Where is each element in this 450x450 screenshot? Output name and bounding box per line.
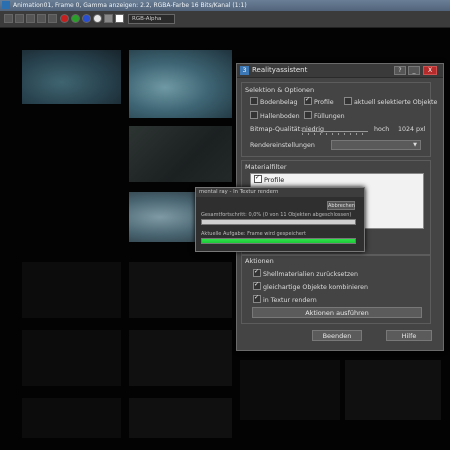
dialog-title: Realityassistent xyxy=(252,66,308,74)
checkbox-box[interactable] xyxy=(253,281,261,290)
texture-tile xyxy=(240,360,340,420)
color-swatch-icon[interactable] xyxy=(115,14,124,23)
checkbox-bodenbelag[interactable]: Bodenbelag xyxy=(250,97,298,106)
slider-ticks xyxy=(302,133,368,135)
window-title: Animation01, Frame 0, Gamma anzeigen: 2.… xyxy=(13,2,247,9)
checkbox-box[interactable] xyxy=(304,96,312,105)
run-actions-button[interactable]: Aktionen ausführen xyxy=(252,307,422,318)
clone-icon[interactable] xyxy=(26,14,35,23)
chevron-down-icon: ▼ xyxy=(413,142,417,148)
checkbox-box[interactable] xyxy=(344,97,352,105)
texture-tile xyxy=(345,360,441,420)
mono-icon[interactable] xyxy=(104,14,113,23)
checkbox-box[interactable] xyxy=(253,294,261,303)
selection-options-label: Selektion & Optionen xyxy=(245,86,315,94)
texture-tile xyxy=(22,262,121,318)
checkbox-box[interactable] xyxy=(250,111,258,119)
alpha-channel-icon[interactable] xyxy=(93,14,102,23)
help-button[interactable]: Hilfe xyxy=(386,330,432,341)
quality-value: 1024 pxl xyxy=(398,126,426,133)
checkbox-fuellungen[interactable]: Füllungen xyxy=(304,111,345,120)
checkbox-combine-objects[interactable]: gleichartige Objekte kombinieren xyxy=(253,281,368,291)
clear-icon[interactable] xyxy=(48,14,57,23)
list-item[interactable]: Profile xyxy=(254,174,284,184)
render-settings-dropdown[interactable]: ▼ xyxy=(331,140,421,150)
checkbox-render-to-texture[interactable]: in Textur rendern xyxy=(253,294,317,304)
texture-tile xyxy=(22,398,121,438)
checkbox-box[interactable] xyxy=(254,174,262,183)
render-settings-label: Rendereinstellungen xyxy=(250,142,315,149)
texture-tile xyxy=(129,330,232,386)
checkbox-box[interactable] xyxy=(304,111,312,119)
close-icon[interactable]: X xyxy=(423,66,437,75)
green-channel-icon[interactable] xyxy=(71,14,80,23)
checkbox-hallenboden[interactable]: Hallenboden xyxy=(250,111,300,120)
blue-channel-icon[interactable] xyxy=(82,14,91,23)
bitmap-quality-label: Bitmap-Qualität: xyxy=(250,126,303,133)
save-icon[interactable] xyxy=(4,14,13,23)
dialog-titlebar: 3 Realityassistent ? _ X xyxy=(237,64,443,78)
material-filter-label: Materialfilter xyxy=(245,163,287,171)
texture-tile xyxy=(22,330,121,386)
finish-button[interactable]: Beenden xyxy=(312,330,362,341)
checkbox-reset-shell[interactable]: Shellmaterialien zurücksetzen xyxy=(253,268,358,278)
texture-tile xyxy=(129,126,232,182)
checkbox-selected-objects[interactable]: aktuell selektierte Objekte xyxy=(344,97,437,106)
texture-tile xyxy=(129,50,232,118)
app-icon xyxy=(2,1,10,9)
texture-tile xyxy=(129,398,232,438)
print-icon[interactable] xyxy=(37,14,46,23)
current-task-label: Aktuelle Aufgabe: Frame wird gespeichert xyxy=(201,231,306,237)
render-progress-dialog: mental ray - In Textur rendern Abbrechen… xyxy=(195,187,365,252)
render-toolbar: RGB-Alpha xyxy=(0,11,450,28)
actions-label: Aktionen xyxy=(245,257,274,265)
checkbox-box[interactable] xyxy=(253,268,261,277)
channel-select[interactable]: RGB-Alpha xyxy=(128,14,175,24)
current-task-progress-bar xyxy=(201,238,356,244)
checkbox-box[interactable] xyxy=(250,97,258,105)
checkbox-profile[interactable]: Profile xyxy=(304,96,334,106)
texture-tile xyxy=(22,50,121,104)
copy-icon[interactable] xyxy=(15,14,24,23)
render-window-titlebar: Animation01, Frame 0, Gamma anzeigen: 2.… xyxy=(0,0,450,11)
app-logo-icon: 3 xyxy=(240,66,249,75)
bitmap-quality-slider[interactable] xyxy=(302,129,368,135)
slider-track xyxy=(302,131,368,132)
progress-dialog-title: mental ray - In Textur rendern xyxy=(196,188,364,197)
overall-progress-label: Gesamtfortschritt: 0,0% (0 von 11 Objekt… xyxy=(201,212,352,218)
overall-progress-bar xyxy=(201,219,356,225)
help-icon[interactable]: ? xyxy=(394,66,406,75)
cancel-button[interactable]: Abbrechen xyxy=(327,201,355,210)
minimize-icon[interactable]: _ xyxy=(408,66,420,75)
quality-high-label: hoch xyxy=(374,126,390,133)
current-task-progress-fill xyxy=(202,239,355,243)
texture-tile xyxy=(129,262,232,318)
red-channel-icon[interactable] xyxy=(60,14,69,23)
